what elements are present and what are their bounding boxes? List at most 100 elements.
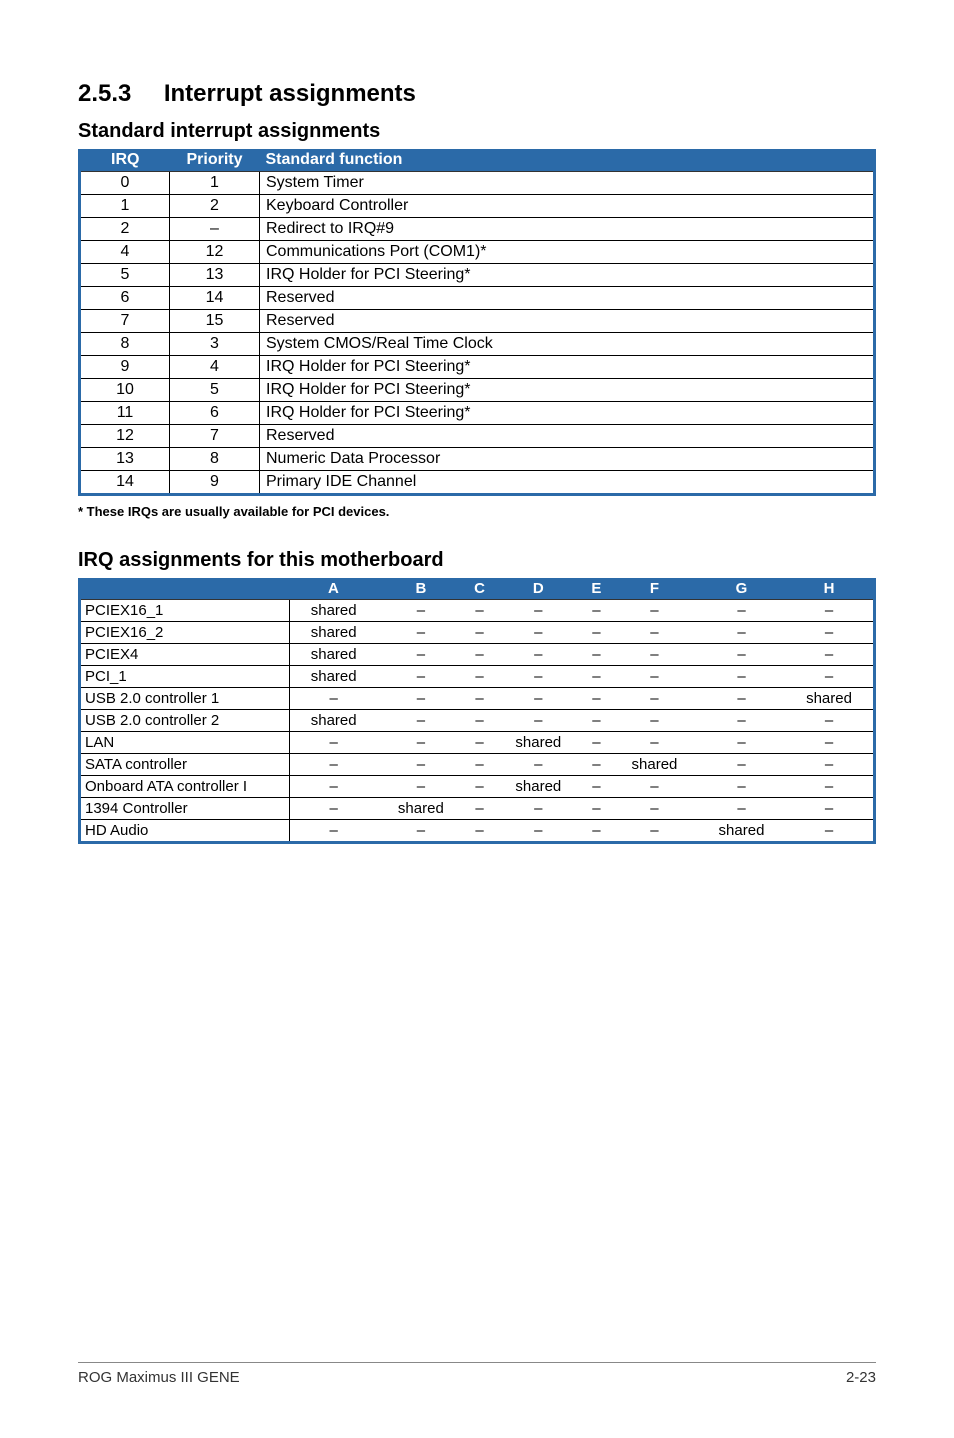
section-title: Interrupt assignments [164,80,416,108]
table-row: 105IRQ Holder for PCI Steering* [80,379,875,402]
cell-h: – [785,622,875,644]
cell-irq: 1 [80,195,170,218]
cell-c: – [464,798,494,820]
cell-e: – [582,754,611,776]
cell-e: – [582,622,611,644]
cell-g: – [698,644,785,666]
table-row: 715Reserved [80,310,875,333]
col-f: F [611,578,698,600]
cell-b: – [377,644,464,666]
subheading-standard: Standard interrupt assignments [78,120,876,143]
cell-g: – [698,754,785,776]
col-a: A [290,578,378,600]
footer-right: 2-23 [846,1369,876,1386]
cell-d: – [495,622,582,644]
cell-function: Numeric Data Processor [260,448,875,471]
cell-c: – [464,688,494,710]
cell-f: – [611,644,698,666]
cell-b: – [377,710,464,732]
cell-f: – [611,820,698,843]
cell-b: shared [377,798,464,820]
cell-irq: 6 [80,287,170,310]
cell-h: – [785,732,875,754]
cell-function: IRQ Holder for PCI Steering* [260,379,875,402]
cell-label: LAN [80,732,290,754]
cell-priority: 2 [170,195,260,218]
cell-label: SATA controller [80,754,290,776]
table-row: LAN–––shared–––– [80,732,875,754]
cell-irq: 0 [80,172,170,195]
cell-h: – [785,600,875,622]
cell-f: – [611,776,698,798]
cell-irq: 9 [80,356,170,379]
cell-label: USB 2.0 controller 1 [80,688,290,710]
cell-g: – [698,666,785,688]
footnote: * These IRQs are usually available for P… [78,504,876,519]
col-priority: Priority [170,149,260,172]
cell-e: – [582,710,611,732]
cell-function: Communications Port (COM1)* [260,241,875,264]
cell-d: – [495,666,582,688]
table-row: USB 2.0 controller 1–––––––shared [80,688,875,710]
cell-d: – [495,644,582,666]
cell-f: – [611,666,698,688]
cell-g: – [698,622,785,644]
cell-h: – [785,776,875,798]
cell-d: – [495,798,582,820]
cell-g: shared [698,820,785,843]
cell-d: shared [495,776,582,798]
cell-irq: 12 [80,425,170,448]
cell-label: USB 2.0 controller 2 [80,710,290,732]
cell-b: – [377,820,464,843]
cell-a: shared [290,600,378,622]
cell-function: Reserved [260,425,875,448]
cell-irq: 11 [80,402,170,425]
cell-e: – [582,644,611,666]
cell-c: – [464,600,494,622]
cell-h: – [785,754,875,776]
cell-b: – [377,754,464,776]
cell-a: – [290,798,378,820]
cell-e: – [582,666,611,688]
cell-f: shared [611,754,698,776]
col-d: D [495,578,582,600]
cell-label: PCI_1 [80,666,290,688]
cell-irq: 4 [80,241,170,264]
subheading-irq-mb: IRQ assignments for this motherboard [78,549,876,572]
cell-h: – [785,820,875,843]
col-function: Standard function [260,149,875,172]
table-row: PCIEX4shared––––––– [80,644,875,666]
col-blank [80,578,290,600]
cell-priority: 8 [170,448,260,471]
cell-priority: – [170,218,260,241]
cell-a: – [290,732,378,754]
cell-function: Reserved [260,310,875,333]
cell-b: – [377,688,464,710]
cell-label: PCIEX16_1 [80,600,290,622]
cell-label: PCIEX16_2 [80,622,290,644]
cell-label: 1394 Controller [80,798,290,820]
cell-priority: 5 [170,379,260,402]
cell-a: – [290,776,378,798]
cell-priority: 4 [170,356,260,379]
table-row: HD Audio––––––shared– [80,820,875,843]
cell-c: – [464,644,494,666]
cell-irq: 7 [80,310,170,333]
col-h: H [785,578,875,600]
col-e: E [582,578,611,600]
cell-f: – [611,732,698,754]
cell-e: – [582,732,611,754]
table-row: 116IRQ Holder for PCI Steering* [80,402,875,425]
cell-f: – [611,710,698,732]
cell-priority: 7 [170,425,260,448]
table-row: PCI_1shared––––––– [80,666,875,688]
table-standard-interrupts: IRQ Priority Standard function 01System … [78,149,876,496]
cell-f: – [611,798,698,820]
section-heading: 2.5.3 Interrupt assignments [78,80,876,108]
table-row: PCIEX16_2shared––––––– [80,622,875,644]
cell-h: – [785,798,875,820]
cell-function: Keyboard Controller [260,195,875,218]
cell-function: Primary IDE Channel [260,471,875,495]
cell-d: shared [495,732,582,754]
col-c: C [464,578,494,600]
